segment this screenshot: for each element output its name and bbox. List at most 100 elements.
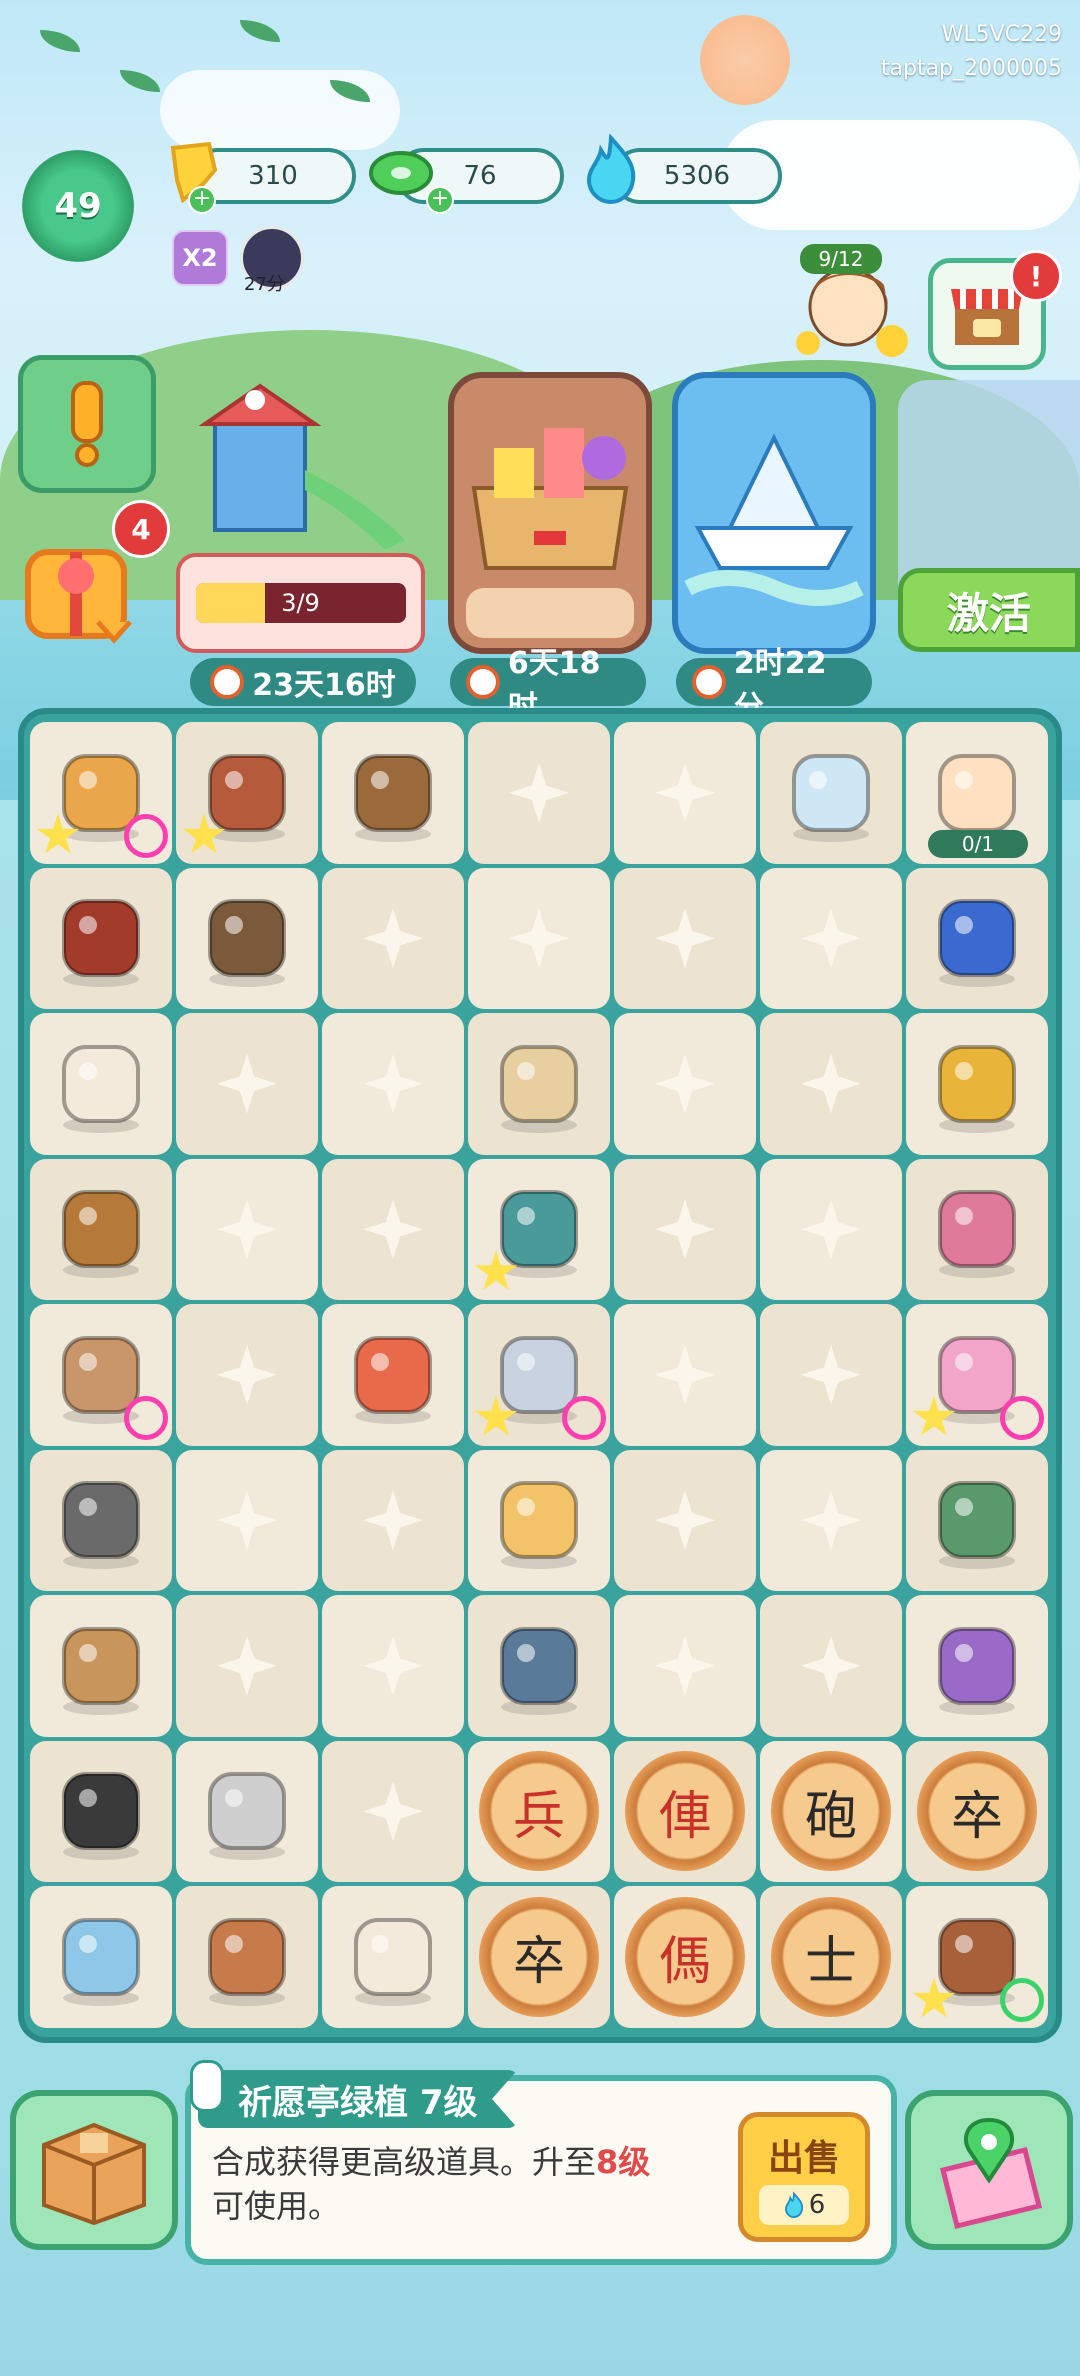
board-cell-cd-case[interactable]	[176, 1740, 318, 1882]
board-cell-paper-scroll[interactable]	[30, 1013, 172, 1155]
board-cell-judge-figure[interactable]	[30, 867, 172, 1009]
board-cell-empty[interactable]	[322, 1158, 464, 1300]
board-cell-empty[interactable]	[176, 1158, 318, 1300]
board-cell-empty[interactable]	[176, 1449, 318, 1591]
board-cell-green-robe[interactable]	[906, 1449, 1048, 1591]
sparkle-placeholder-icon	[217, 1344, 277, 1405]
board-cell-empty[interactable]	[322, 1740, 464, 1882]
board-cell-empty[interactable]	[760, 1595, 902, 1737]
board-cell-microwave[interactable]	[30, 1886, 172, 2028]
add-gold-icon[interactable]: +	[188, 186, 216, 214]
board-cell-empty[interactable]	[468, 867, 610, 1009]
blue-flame-icon	[784, 2191, 803, 2219]
chess-zu-piece: 卒	[917, 1751, 1037, 1872]
board-cell-usb-drive[interactable]	[30, 1740, 172, 1882]
board-cell-opera-mask-gold[interactable]	[906, 1013, 1048, 1155]
player-level-badge[interactable]: 49	[22, 150, 134, 262]
board-cell-chess-zu-2[interactable]: 卒	[468, 1886, 610, 2028]
board-cell-empty[interactable]	[614, 1449, 756, 1591]
wooden-gate-icon	[338, 738, 448, 848]
board-cell-empty[interactable]	[468, 722, 610, 864]
willow-leaf	[40, 30, 80, 52]
board-cell-potion-bottle[interactable]	[760, 722, 902, 864]
board-cell-empty[interactable]	[760, 1013, 902, 1155]
board-cell-girl-npc[interactable]: 0/1	[906, 722, 1048, 864]
board-cell-chess-zu[interactable]: 卒	[906, 1740, 1048, 1882]
opera-mask-gold-icon	[922, 1029, 1032, 1139]
board-cell-pavilion[interactable]	[30, 722, 172, 864]
board-cell-market-stall[interactable]	[176, 722, 318, 864]
sparkle-placeholder-icon	[655, 1344, 715, 1405]
generator-pink-icon	[124, 1395, 168, 1440]
info-icon	[190, 2060, 224, 2112]
microphone-icon	[46, 1465, 156, 1575]
board-cell-microphone[interactable]	[30, 1449, 172, 1591]
event-progress-bar: 3/9	[176, 553, 425, 653]
board-cell-empty[interactable]	[176, 1013, 318, 1155]
sell-button[interactable]: 出售 6	[738, 2112, 870, 2242]
gift-count: 4	[131, 512, 151, 546]
map-button[interactable]	[905, 2090, 1073, 2250]
board-cell-chess-paper[interactable]	[322, 1886, 464, 2028]
board-cell-phonograph[interactable]	[30, 1304, 172, 1446]
board-cell-empty[interactable]	[614, 1013, 756, 1155]
board-cell-chess-ju[interactable]: 俥	[614, 1740, 756, 1882]
board-cell-empty[interactable]	[176, 1595, 318, 1737]
board-cell-chess-ma[interactable]: 傌	[614, 1886, 756, 2028]
gift-basket-event-card[interactable]	[448, 372, 652, 654]
potion-bottle-icon	[776, 738, 886, 848]
board-cell-chess-shi[interactable]: 士	[760, 1886, 902, 2028]
board-cell-empty[interactable]	[614, 722, 756, 864]
board-cell-crab[interactable]	[468, 1158, 610, 1300]
board-cell-empty[interactable]	[614, 1595, 756, 1737]
board-cell-chess-pao[interactable]: 砲	[760, 1740, 902, 1882]
board-cell-old-book[interactable]	[30, 1158, 172, 1300]
sparkle-placeholder-icon	[217, 1053, 277, 1114]
clock-icon	[692, 665, 726, 699]
cardboard-box-icon	[42, 2122, 146, 2225]
board-cell-empty[interactable]	[760, 1449, 902, 1591]
sparkle-placeholder-icon	[655, 908, 715, 969]
npc-progress: 9/12	[800, 244, 882, 274]
board-cell-chess-bing[interactable]: 兵	[468, 1740, 610, 1882]
usb-drive-icon	[46, 1756, 156, 1866]
add-jade-icon[interactable]: +	[426, 186, 454, 214]
paper-boat-event-card[interactable]	[672, 372, 876, 654]
board-cell-empty[interactable]	[614, 867, 756, 1009]
activate-button[interactable]: 激活	[898, 568, 1080, 652]
flame-count: 5306	[663, 161, 731, 191]
clock-icon	[466, 665, 500, 699]
board-cell-tilapia[interactable]	[468, 1595, 610, 1737]
board-cell-wooden-gate[interactable]	[322, 722, 464, 864]
board-cell-ticket-box[interactable]	[906, 1304, 1048, 1446]
board-cell-empty[interactable]	[322, 1449, 464, 1591]
event-timer-3: 2时22分	[676, 646, 872, 725]
board-cell-purple-robe[interactable]	[906, 1595, 1048, 1737]
double-reward-badge[interactable]: X2	[172, 230, 228, 286]
board-cell-fish-trap[interactable]	[468, 1304, 610, 1446]
board-cell-official-figure[interactable]	[176, 867, 318, 1009]
judge-figure-icon	[46, 883, 156, 993]
board-cell-desk-microphone[interactable]	[30, 1595, 172, 1737]
board-cell-empty[interactable]	[760, 1304, 902, 1446]
sparkle-placeholder-icon	[363, 1781, 423, 1842]
storage-box-button[interactable]	[10, 2090, 178, 2250]
task-button[interactable]	[18, 355, 156, 493]
board-cell-empty[interactable]	[760, 867, 902, 1009]
sparkle-placeholder-icon	[801, 1344, 861, 1405]
microwave-icon	[46, 1902, 156, 2012]
board-cell-red-fish[interactable]	[322, 1304, 464, 1446]
board-cell-empty[interactable]	[322, 1595, 464, 1737]
board-cell-empty[interactable]	[760, 1158, 902, 1300]
board-cell-treasure-chest[interactable]	[906, 1886, 1048, 2028]
board-cell-empty[interactable]	[322, 1013, 464, 1155]
board-cell-clam-shell[interactable]	[468, 1013, 610, 1155]
board-cell-empty[interactable]	[176, 1304, 318, 1446]
board-cell-empty[interactable]	[614, 1304, 756, 1446]
board-cell-empty[interactable]	[614, 1158, 756, 1300]
board-cell-empty[interactable]	[322, 867, 464, 1009]
board-cell-opera-mask-blue[interactable]	[906, 867, 1048, 1009]
board-cell-chess-board[interactable]	[176, 1886, 318, 2028]
board-cell-pufferfish[interactable]	[468, 1449, 610, 1591]
board-cell-opera-mask-pink[interactable]	[906, 1158, 1048, 1300]
